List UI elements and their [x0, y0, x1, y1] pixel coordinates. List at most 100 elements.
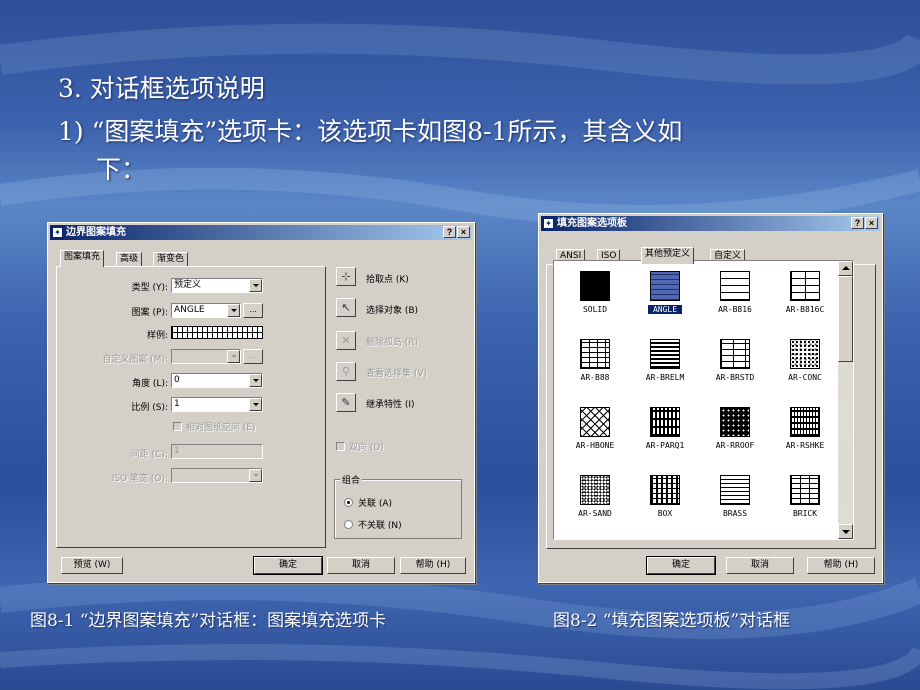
nonassociative-label: 不关联 (N): [358, 521, 402, 531]
pattern-preview: [650, 339, 680, 369]
pattern-preview: [720, 475, 750, 505]
scale-select[interactable]: 1: [171, 397, 263, 412]
tab-gradient[interactable]: 渐变色: [153, 252, 189, 267]
pattern-item[interactable]: AR-B88: [560, 337, 630, 399]
pattern-item[interactable]: AR-RROOF: [700, 405, 770, 467]
spacing-label: 间距 (C):: [130, 450, 168, 460]
pattern-item[interactable]: AR-HBONE: [560, 405, 630, 467]
dialog1-title: 边界图案填充: [66, 227, 126, 238]
custom-pattern-label: 自定义图案 (M):: [102, 355, 168, 365]
pattern-name: AR-RSHKE: [785, 441, 825, 450]
pattern-item[interactable]: AR-RSHKE: [770, 405, 840, 467]
angle-select[interactable]: 0: [171, 373, 263, 388]
heading-continuation: 下：: [96, 155, 147, 184]
pattern-item[interactable]: BRASS: [700, 473, 770, 535]
select-objects-label[interactable]: 选择对象 (B): [366, 303, 418, 316]
remove-islands-icon[interactable]: ✕: [336, 331, 356, 350]
scroll-down-icon[interactable]: [838, 524, 853, 539]
compose-group-label: 组合: [340, 473, 363, 486]
swatch-label: 样例:: [146, 331, 168, 341]
pattern-item[interactable]: BRICK: [770, 473, 840, 535]
vertical-scrollbar[interactable]: [838, 261, 853, 539]
inherit-properties-label[interactable]: 继承特性 (I): [366, 397, 415, 410]
pattern-preview: [580, 339, 610, 369]
chevron-down-icon: [227, 304, 240, 317]
cancel-button[interactable]: 取消: [726, 557, 794, 574]
type-label: 类型 (Y):: [131, 283, 168, 293]
figure-caption-1: 图8-1 “边界图案填充”对话框：图案填充选项卡: [30, 611, 387, 631]
double-checkbox[interactable]: [336, 442, 345, 451]
pattern-browse-button[interactable]: ...: [243, 303, 263, 318]
nonassociative-radio[interactable]: [344, 520, 353, 529]
pattern-item[interactable]: BOX: [630, 473, 700, 535]
chevron-down-icon: [227, 350, 240, 363]
iso-pen-width-select[interactable]: [171, 468, 263, 483]
figure-caption-2: 图8-2 “填充图案选项板”对话框: [553, 611, 791, 631]
pattern-item[interactable]: ANGLE: [630, 269, 700, 331]
pattern-preview: [790, 475, 820, 505]
double-label: 双向 (D): [349, 443, 384, 453]
pattern-preview: [720, 407, 750, 437]
pattern-item[interactable]: AR-CONC: [770, 337, 840, 399]
cancel-button[interactable]: 取消: [327, 557, 395, 574]
pick-points-label[interactable]: 拾取点 (K): [366, 272, 409, 285]
pattern-preview: [790, 339, 820, 369]
pattern-item[interactable]: SOLID: [560, 269, 630, 331]
pattern-preview: [650, 271, 680, 301]
help-question-button[interactable]: ?: [443, 226, 456, 238]
help-button[interactable]: 帮助 (H): [807, 557, 875, 574]
pattern-preview: [580, 407, 610, 437]
pattern-item[interactable]: AR-BRSTD: [700, 337, 770, 399]
remove-islands-label[interactable]: 删除孤岛 (R): [366, 335, 418, 348]
custom-browse-button[interactable]: ...: [243, 349, 263, 364]
inherit-properties-icon[interactable]: ✎: [336, 393, 356, 412]
ok-button[interactable]: 确定: [253, 556, 323, 575]
pattern-name: SOLID: [582, 305, 608, 314]
pattern-item[interactable]: AR-PARQ1: [630, 405, 700, 467]
pattern-swatch[interactable]: [171, 326, 263, 339]
type-select[interactable]: 预定义: [171, 278, 263, 293]
pattern-select[interactable]: ANGLE: [171, 303, 241, 318]
ok-button[interactable]: 确定: [646, 556, 716, 575]
view-selection-icon[interactable]: ⚲: [336, 362, 356, 381]
app-icon: ✦: [52, 227, 63, 238]
pattern-name: BRICK: [792, 509, 818, 518]
pattern-preview: [650, 407, 680, 437]
pattern-item[interactable]: AR-SAND: [560, 473, 630, 535]
pattern-name: ANGLE: [648, 305, 682, 314]
pattern-item[interactable]: AR-B816: [700, 269, 770, 331]
chevron-down-icon: [249, 398, 262, 411]
iso-pen-width-label: ISO 笔宽 (O):: [111, 474, 168, 484]
help-question-button[interactable]: ?: [851, 217, 864, 229]
scroll-up-icon[interactable]: [838, 261, 853, 276]
view-selection-label[interactable]: 查看选择集 (V): [366, 366, 427, 379]
preview-button[interactable]: 预览 (W): [61, 557, 123, 574]
help-button[interactable]: 帮助 (H): [400, 557, 466, 574]
pattern-name: AR-SAND: [578, 509, 612, 518]
pattern-name: AR-PARQ1: [645, 441, 685, 450]
pattern-list[interactable]: SOLID ANGLE AR-B816 AR-B816C AR-B88 AR-BRELM A…: [553, 260, 854, 540]
pick-points-icon[interactable]: ⊹: [336, 267, 356, 286]
scroll-thumb[interactable]: [838, 276, 853, 362]
pattern-name: AR-RROOF: [715, 441, 755, 450]
pattern-preview: [790, 407, 820, 437]
tab-hatch[interactable]: 图案填充: [60, 250, 105, 267]
associative-radio[interactable]: [344, 498, 353, 507]
angle-label: 角度 (L):: [132, 379, 168, 389]
pattern-item[interactable]: AR-B816C: [770, 269, 840, 331]
spacing-input[interactable]: 1: [171, 444, 263, 459]
close-button[interactable]: ×: [457, 226, 470, 238]
chevron-down-icon: [249, 374, 262, 387]
dialog1-titlebar: ✦ 边界图案填充 ? ×: [50, 225, 472, 240]
hatch-palette-dialog: ✦ 填充图案选项板 ? × ANSI ISO 其他预定义 自定义 SOLID AN…: [538, 213, 883, 583]
close-button[interactable]: ×: [865, 217, 878, 229]
relative-paper-checkbox[interactable]: [173, 422, 182, 431]
pattern-name: AR-BRSTD: [715, 373, 755, 382]
associative-label: 关联 (A): [358, 499, 393, 509]
select-objects-icon[interactable]: ↖: [336, 298, 356, 317]
tab-other-predefined[interactable]: 其他预定义: [641, 247, 695, 264]
pattern-name: AR-B88: [580, 373, 610, 382]
tab-advanced[interactable]: 高级: [116, 252, 143, 267]
custom-pattern-select[interactable]: [171, 349, 241, 364]
pattern-item[interactable]: AR-BRELM: [630, 337, 700, 399]
